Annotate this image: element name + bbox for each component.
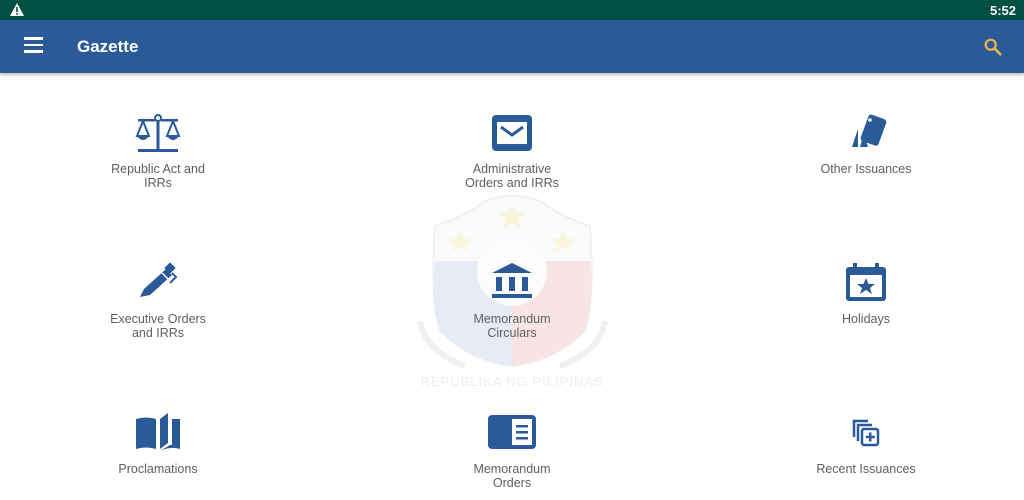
tile-republic-act[interactable]: Republic Act and IRRs <box>58 111 258 190</box>
tile-other-issuances[interactable]: Other Issuances <box>766 111 966 177</box>
pen-icon <box>140 262 178 297</box>
issuance-grid: REPUBLIKA NG PILIPINAS Republic Act and … <box>0 73 1024 500</box>
status-bar: 5:52 <box>0 0 1024 20</box>
page-title: Gazette <box>77 37 139 56</box>
tile-label: Memorandum Circulars <box>473 312 551 340</box>
government-building-icon <box>492 263 532 298</box>
tile-label: Proclamations <box>118 462 198 476</box>
tile-administrative-orders[interactable]: Administrative Orders and IRRs <box>412 111 612 190</box>
warning-icon <box>10 3 24 16</box>
tile-label: Other Issuances <box>820 162 912 176</box>
tile-executive-orders[interactable]: Executive Orders and IRRs <box>58 261 258 340</box>
envelope-icon <box>492 115 532 151</box>
tile-label: Memorandum Orders <box>473 462 551 490</box>
tile-memorandum-circulars[interactable]: Memorandum Circulars <box>412 261 612 340</box>
tile-holidays[interactable]: Holidays <box>766 261 966 327</box>
tile-label: Recent Issuances <box>816 462 916 476</box>
scales-of-justice-icon <box>135 114 181 152</box>
tile-proclamations[interactable]: Proclamations <box>58 411 258 477</box>
hamburger-menu-icon[interactable] <box>24 37 44 57</box>
tile-label: Administrative Orders and IRRs <box>465 162 559 190</box>
open-book-icon <box>136 413 180 451</box>
status-time: 5:52 <box>989 3 1016 18</box>
tile-label: Holidays <box>842 312 890 326</box>
stacked-add-icon <box>852 419 880 447</box>
tags-icon <box>852 114 887 147</box>
watermark-text: REPUBLIKA NG PILIPINAS <box>420 374 603 389</box>
tile-memorandum-orders[interactable]: Memorandum Orders <box>412 411 612 490</box>
memo-card-icon <box>488 415 536 449</box>
search-icon[interactable] <box>982 36 1004 58</box>
app-bar: Gazette <box>0 20 1024 73</box>
tile-label: Republic Act and IRRs <box>111 162 205 190</box>
calendar-star-icon <box>846 263 886 301</box>
tile-label: Executive Orders and IRRs <box>110 312 206 340</box>
tile-recent-issuances[interactable]: Recent Issuances <box>766 411 966 477</box>
